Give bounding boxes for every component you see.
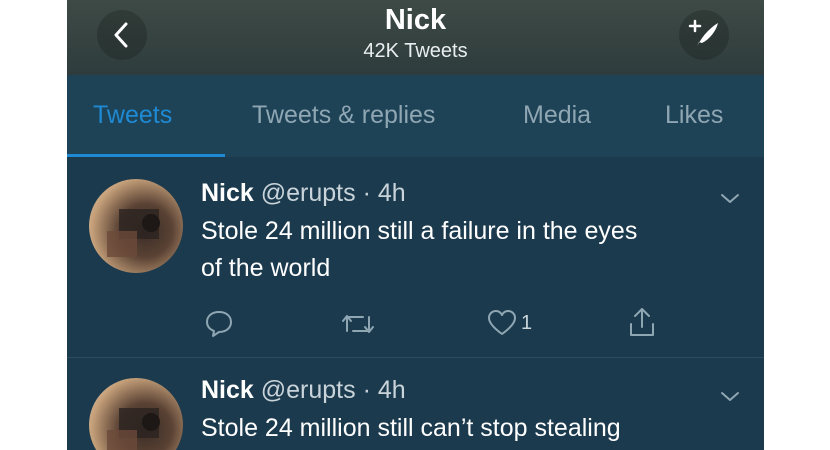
tweet-text-line: Stole 24 million still can’t stop steali… [201,414,621,442]
tab-likes[interactable]: Likes [665,101,723,130]
tweet-author-handle[interactable]: @erupts [261,179,356,207]
tweet-item[interactable]: Nick @erupts · 4h Stole 24 million still… [67,358,764,450]
compose-tweet-icon [688,19,718,49]
share-button[interactable] [627,307,657,339]
tweet-author-name[interactable]: Nick [201,179,254,207]
reply-button[interactable] [204,308,234,338]
tab-tweets[interactable]: Tweets [93,101,172,130]
tab-tweets-and-replies[interactable]: Tweets & replies [252,101,435,130]
tweet-author-handle[interactable]: @erupts [261,376,356,404]
like-count: 1 [521,311,533,334]
share-icon [630,308,654,336]
tweet-item[interactable]: Nick @erupts · 4h Stole 24 million still… [67,157,764,357]
tweet-text: Stole 24 million still can’t stop steali… [201,410,746,447]
retweet-icon [342,315,374,333]
profile-tabs: Tweets Tweets & replies Media Likes [67,75,764,157]
tweet-time: · 4h [362,376,406,404]
avatar[interactable] [89,378,183,450]
avatar-photo [107,209,160,257]
tweet-text-line: of the world [201,254,331,282]
avatar[interactable] [89,179,183,273]
tweet-author-name[interactable]: Nick [201,376,254,404]
tab-media[interactable]: Media [523,101,591,130]
chevron-down-icon[interactable] [719,385,741,407]
like-icon [488,310,516,335]
profile-header: Nick 42K Tweets [67,0,764,75]
reply-icon [206,311,232,337]
tweet-header: Nick @erupts · 4h [201,376,406,405]
compose-tweet-button[interactable] [679,10,729,60]
chevron-down-icon[interactable] [719,187,741,209]
phone-screen: Nick 42K Tweets Tweets Tweets & replies … [67,0,764,450]
tweet-time: · 4h [362,179,406,207]
tweet-text-line: Stole 24 million still a failure in the … [201,217,638,245]
tweet-count: 42K Tweets [363,40,468,62]
tweet-text: Stole 24 million still a failure in the … [201,213,746,287]
profile-name: Nick [384,4,447,36]
retweet-button[interactable] [341,309,375,339]
avatar-photo [107,408,160,450]
tweet-header: Nick @erupts · 4h [201,179,406,208]
like-button[interactable]: 1 [487,309,532,337]
